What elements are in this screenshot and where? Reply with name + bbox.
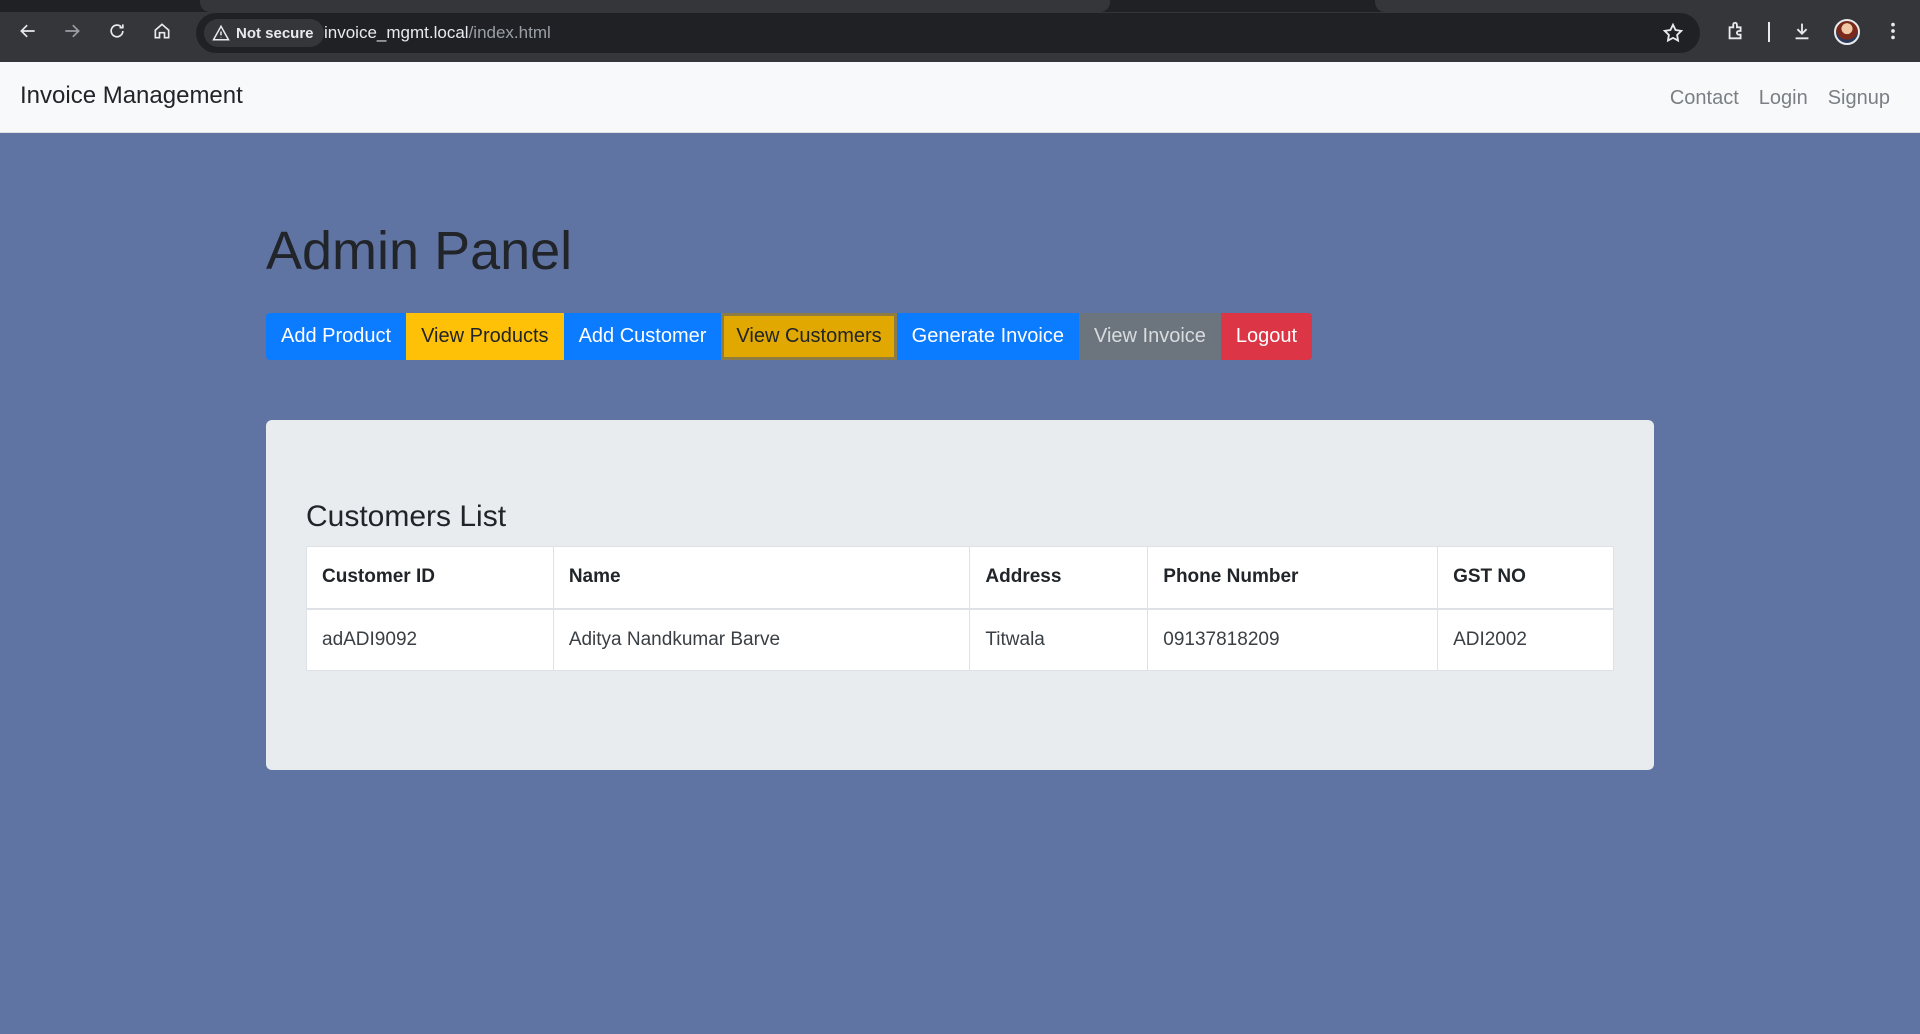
active-tab[interactable] xyxy=(200,0,1110,12)
generate-invoice-button[interactable]: Generate Invoice xyxy=(896,313,1079,360)
security-label: Not secure xyxy=(236,24,314,42)
site-navbar: Invoice Management Contact Login Signup xyxy=(0,62,1920,133)
toolbar-divider xyxy=(1768,22,1770,42)
add-customer-button[interactable]: Add Customer xyxy=(563,313,722,360)
nav-link-signup[interactable]: Signup xyxy=(1828,87,1890,110)
view-invoice-button[interactable]: View Invoice xyxy=(1078,313,1221,360)
extensions-icon[interactable] xyxy=(1723,18,1749,44)
column-header-name: Name xyxy=(552,546,971,610)
page-title: Admin Panel xyxy=(266,221,573,281)
back-icon[interactable] xyxy=(14,17,42,45)
reload-icon[interactable] xyxy=(103,17,131,45)
bookmark-star-icon[interactable] xyxy=(1662,22,1684,44)
inactive-tab[interactable] xyxy=(1375,0,1920,12)
view-products-button[interactable]: View Products xyxy=(406,313,564,360)
security-chip[interactable]: Not secure xyxy=(204,19,324,47)
customers-list-title: Customers List xyxy=(306,500,507,533)
column-header-address: Address xyxy=(969,546,1149,610)
cell-address: Titwala xyxy=(969,608,1149,671)
browser-chrome: Not secure invoice_mgmt.local/index.html xyxy=(0,0,1920,62)
column-header-gst-no: GST NO xyxy=(1437,546,1614,610)
add-product-button[interactable]: Add Product xyxy=(266,313,407,360)
cell-gst-no: ADI2002 xyxy=(1437,608,1614,671)
table-header-row: Customer ID Name Address Phone Number GS… xyxy=(306,546,1614,610)
nav-link-contact[interactable]: Contact xyxy=(1670,87,1739,110)
cell-phone-number: 09137818209 xyxy=(1147,608,1439,671)
nav-link-login[interactable]: Login xyxy=(1759,87,1808,110)
cell-name: Aditya Nandkumar Barve xyxy=(552,608,971,671)
column-header-customer-id: Customer ID xyxy=(306,546,554,610)
logout-button[interactable]: Logout xyxy=(1220,313,1313,360)
url-host: invoice_mgmt.local xyxy=(324,23,469,42)
url-path: /index.html xyxy=(468,23,551,42)
customers-card: Customers List Customer ID Name Address … xyxy=(266,420,1654,770)
home-icon[interactable] xyxy=(148,17,176,45)
cell-customer-id: adADI9092 xyxy=(306,608,554,671)
tab-strip xyxy=(0,0,1920,12)
profile-avatar[interactable] xyxy=(1834,19,1860,45)
brand-link[interactable]: Invoice Management xyxy=(20,82,243,110)
table-row: adADI9092 Aditya Nandkumar Barve Titwala… xyxy=(306,608,1614,671)
view-customers-button[interactable]: View Customers xyxy=(721,313,897,360)
address-bar[interactable]: Not secure invoice_mgmt.local/index.html xyxy=(196,13,1700,53)
forward-icon[interactable] xyxy=(58,17,86,45)
url-text[interactable]: invoice_mgmt.local/index.html xyxy=(324,23,551,43)
menu-kebab-icon[interactable] xyxy=(1880,18,1906,44)
admin-action-buttons: Add Product View Products Add Customer V… xyxy=(266,313,1313,360)
download-icon[interactable] xyxy=(1789,18,1815,44)
column-header-phone-number: Phone Number xyxy=(1147,546,1439,610)
nav-links: Contact Login Signup xyxy=(1670,87,1890,110)
customers-table: Customer ID Name Address Phone Number GS… xyxy=(306,546,1614,671)
warning-icon xyxy=(212,24,230,41)
